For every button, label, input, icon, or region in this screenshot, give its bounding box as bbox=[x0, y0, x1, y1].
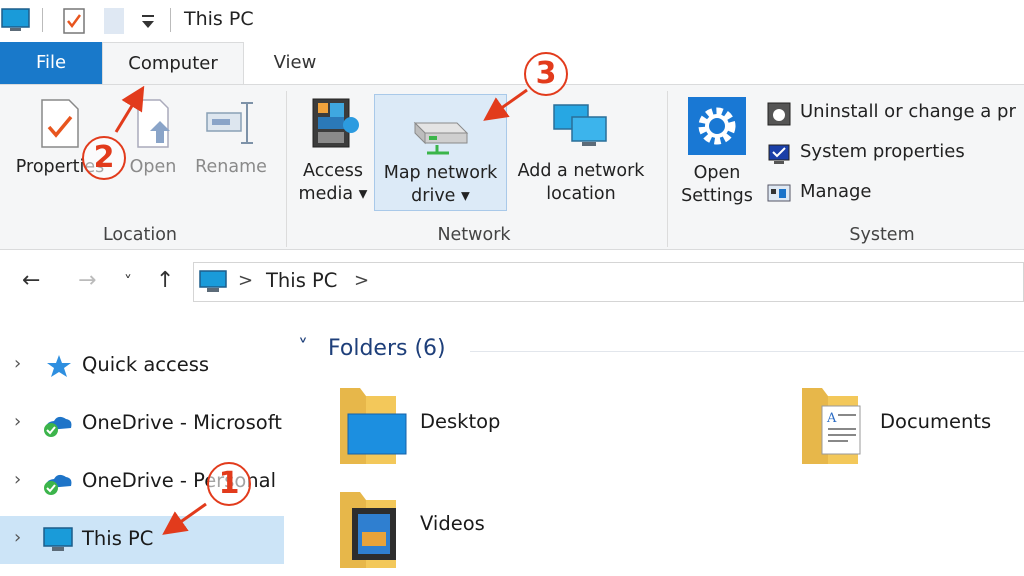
dropdown-arrow-icon: ▾ bbox=[358, 184, 368, 204]
videos-folder-icon bbox=[340, 492, 396, 568]
expand-chevron-icon[interactable]: › bbox=[14, 411, 21, 432]
folder-name: Videos bbox=[420, 512, 485, 535]
properties-icon bbox=[41, 99, 79, 148]
toolbar-separator bbox=[170, 8, 171, 32]
this-pc-icon bbox=[199, 270, 227, 292]
collapse-chevron-icon[interactable]: ˅ bbox=[298, 335, 308, 359]
location-group-label: Location bbox=[102, 225, 178, 245]
network-group-label: Network bbox=[437, 225, 511, 245]
computer-icon[interactable] bbox=[0, 6, 32, 34]
nav-item-onedrive-microsoft[interactable]: › OneDrive - Microsoft bbox=[0, 400, 284, 448]
title-bar: This PC bbox=[0, 0, 1024, 42]
nav-item-this-pc[interactable]: › This PC bbox=[0, 516, 284, 564]
ribbon: Properties Open Rename Location Access m… bbox=[0, 84, 1024, 250]
rename-label: Rename bbox=[195, 157, 267, 177]
new-folder-icon[interactable] bbox=[104, 8, 124, 34]
uninstall-icon bbox=[767, 102, 791, 126]
settings-gear-icon bbox=[688, 97, 746, 155]
breadcrumb-this-pc[interactable]: This PC bbox=[266, 269, 337, 292]
tab-view[interactable]: View bbox=[248, 42, 342, 84]
system-properties-icon bbox=[768, 144, 790, 164]
manage-button[interactable]: Manage bbox=[800, 181, 872, 202]
expand-chevron-icon[interactable]: › bbox=[14, 353, 21, 374]
breadcrumb-separator[interactable]: > bbox=[238, 270, 253, 291]
media-icon bbox=[312, 98, 359, 148]
map-drive-label-2: drive bbox=[411, 186, 456, 206]
access-media-button[interactable]: Access media ▾ bbox=[294, 95, 372, 206]
nav-label: This PC bbox=[82, 527, 154, 550]
ribbon-tabs: File Computer View bbox=[0, 42, 1024, 84]
access-media-label-1: Access bbox=[303, 161, 363, 181]
open-icon bbox=[137, 99, 170, 148]
star-icon bbox=[47, 355, 71, 377]
rename-button[interactable]: Rename bbox=[190, 97, 272, 179]
folders-section-header[interactable]: Folders (6) bbox=[328, 336, 446, 361]
rename-icon bbox=[206, 102, 253, 144]
add-location-label-1: Add a network bbox=[517, 161, 645, 181]
group-separator bbox=[286, 91, 287, 247]
folder-documents[interactable]: A Documents bbox=[798, 384, 1018, 468]
uninstall-program-button[interactable]: Uninstall or change a pr bbox=[800, 101, 1016, 122]
this-pc-icon bbox=[43, 527, 73, 551]
annotation-badge-3: 3 bbox=[524, 52, 568, 96]
customize-toolbar-icon[interactable] bbox=[140, 14, 156, 30]
folder-desktop[interactable]: Desktop bbox=[336, 384, 536, 468]
nav-label: Quick access bbox=[82, 353, 210, 376]
group-separator bbox=[667, 91, 668, 247]
svg-text:A: A bbox=[826, 411, 837, 426]
map-drive-label-1: Map network bbox=[383, 163, 498, 183]
up-arrow-icon[interactable]: ↑ bbox=[156, 268, 174, 293]
section-divider bbox=[470, 351, 1024, 352]
desktop-folder-icon bbox=[340, 388, 407, 464]
annotation-badge-2: 2 bbox=[82, 136, 126, 180]
network-location-icon bbox=[553, 104, 607, 146]
dropdown-arrow-icon: ▾ bbox=[461, 186, 470, 206]
recent-locations-chevron-icon[interactable]: ˅ bbox=[124, 272, 132, 291]
folder-name: Documents bbox=[880, 410, 992, 433]
toolbar-separator bbox=[42, 8, 43, 32]
forward-arrow-icon[interactable]: → bbox=[78, 268, 96, 293]
open-settings-button[interactable]: Open Settings bbox=[674, 97, 760, 208]
nav-label: OneDrive - Microsoft bbox=[82, 411, 282, 434]
properties-icon[interactable] bbox=[62, 7, 86, 35]
add-network-location-button[interactable]: Add a network location bbox=[508, 99, 654, 206]
onedrive-cloud-icon bbox=[44, 474, 72, 495]
expand-chevron-icon[interactable]: › bbox=[14, 527, 21, 548]
system-properties-button[interactable]: System properties bbox=[800, 141, 965, 162]
system-group-label: System bbox=[849, 225, 915, 245]
folder-name: Desktop bbox=[420, 410, 501, 433]
network-drive-icon bbox=[413, 121, 469, 155]
documents-folder-icon: A bbox=[802, 388, 861, 464]
back-arrow-icon[interactable]: ← bbox=[22, 268, 40, 293]
nav-item-quick-access[interactable]: › Quick access bbox=[0, 342, 284, 390]
open-button[interactable]: Open bbox=[120, 97, 186, 179]
expand-chevron-icon[interactable]: › bbox=[14, 469, 21, 490]
add-location-label-2: location bbox=[546, 184, 616, 204]
breadcrumb-separator[interactable]: > bbox=[354, 270, 369, 291]
tab-computer[interactable]: Computer bbox=[102, 42, 244, 84]
open-label: Open bbox=[129, 157, 177, 177]
folder-videos[interactable]: Videos bbox=[336, 488, 536, 572]
map-network-drive-button[interactable]: Map network drive ▾ bbox=[374, 94, 507, 211]
open-settings-label-2: Settings bbox=[681, 186, 753, 206]
tab-file[interactable]: File bbox=[0, 42, 102, 84]
address-bar[interactable]: > This PC > bbox=[193, 262, 1024, 302]
manage-icon bbox=[767, 184, 791, 202]
onedrive-cloud-icon bbox=[44, 416, 72, 437]
annotation-badge-1: 1 bbox=[207, 462, 251, 506]
open-settings-label-1: Open bbox=[693, 163, 741, 183]
access-media-label-2: media bbox=[298, 184, 354, 204]
window-title: This PC bbox=[184, 8, 254, 30]
